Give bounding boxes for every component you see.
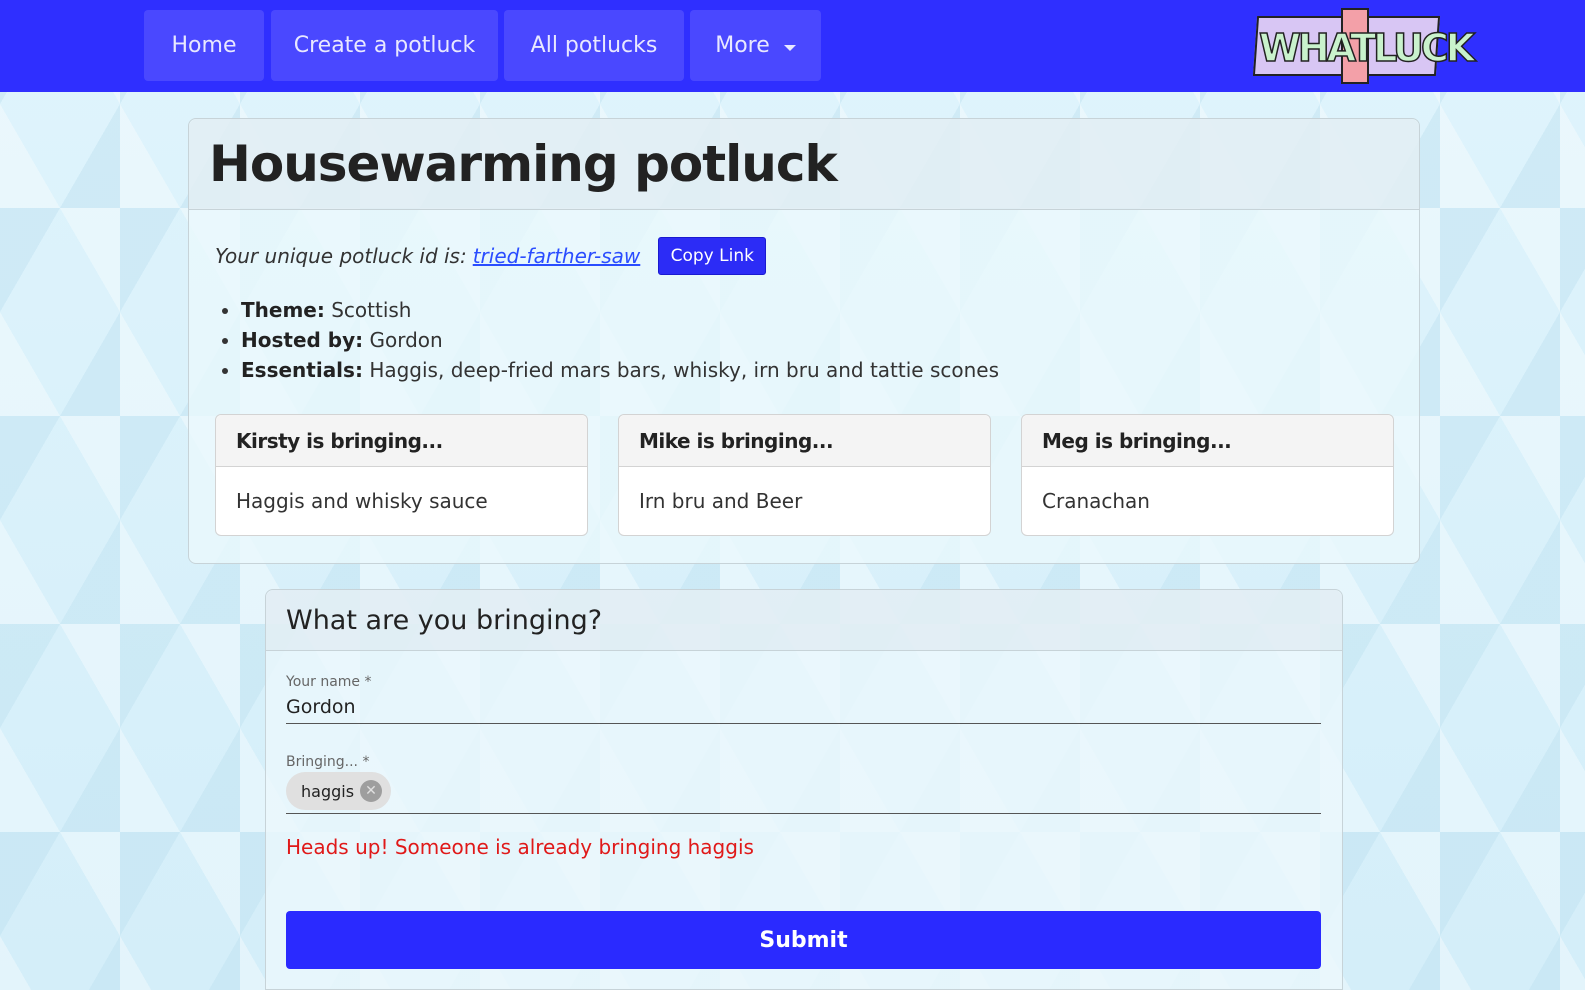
detail-value: Haggis, deep-fried mars bars, whisky, ir… [369,358,1000,382]
contribution-heading: Mike is bringing... [619,415,990,467]
nav-more-dropdown[interactable]: More [690,10,821,81]
bringing-input[interactable]: haggis ✕ [286,770,1321,814]
bringing-field-label: Bringing... * [286,754,370,770]
nav-create-potluck-button[interactable]: Create a potluck [271,10,498,81]
potluck-id-line: Your unique potluck id is: tried-farther… [215,237,767,275]
contribution-card: Kirsty is bringing... Haggis and whisky … [215,414,588,536]
chip-label: haggis [301,781,355,801]
potluck-id-link[interactable]: tried-farther-saw [473,244,641,268]
contribution-card: Meg is bringing... Cranachan [1021,414,1394,536]
potluck-card: Housewarming potluck Your unique potluck… [188,118,1420,564]
nav-home-button[interactable]: Home [144,10,264,81]
contribution-card: Mike is bringing... Irn bru and Beer [618,414,991,536]
submit-button[interactable]: Submit [286,911,1321,969]
nav-all-potlucks-button[interactable]: All potlucks [504,10,684,81]
contribution-item: Haggis and whisky sauce [236,489,488,513]
contribution-heading: Meg is bringing... [1022,415,1393,467]
name-input[interactable] [286,690,1321,724]
copy-link-button[interactable]: Copy Link [658,237,767,275]
bringing-form: What are you bringing? Your name * Bring… [265,589,1343,990]
contribution-item: Cranachan [1042,489,1150,513]
detail-theme: Theme: Scottish [241,295,999,325]
detail-label: Essentials: [241,358,363,382]
remove-chip-icon[interactable]: ✕ [360,780,382,802]
item-chip[interactable]: haggis ✕ [286,772,391,810]
detail-value: Scottish [331,298,412,322]
nav-more-label: More [715,33,770,58]
caret-down-icon [783,44,796,51]
contribution-item: Irn bru and Beer [639,489,803,513]
detail-label: Hosted by: [241,328,364,352]
detail-label: Theme: [241,298,325,322]
potluck-details-list: Theme: Scottish Hosted by: Gordon Essent… [241,295,999,385]
detail-value: Gordon [369,328,443,352]
potluck-id-prefix: Your unique potluck id is: [215,244,467,268]
duplicate-warning: Heads up! Someone is already bringing ha… [286,835,754,859]
potluck-card-header: Housewarming potluck [189,119,1419,210]
page-title: Housewarming potluck [209,135,838,193]
contribution-heading: Kirsty is bringing... [216,415,587,467]
detail-essentials: Essentials: Haggis, deep-fried mars bars… [241,355,999,385]
name-field-label: Your name * [286,674,372,690]
form-heading: What are you bringing? [266,590,1342,651]
navbar: Home Create a potluck All potlucks More … [0,0,1585,92]
logo-text: WHATLUCK [1258,25,1476,71]
whatluck-logo[interactable]: WHATLUCK [1252,8,1476,84]
detail-host: Hosted by: Gordon [241,325,999,355]
